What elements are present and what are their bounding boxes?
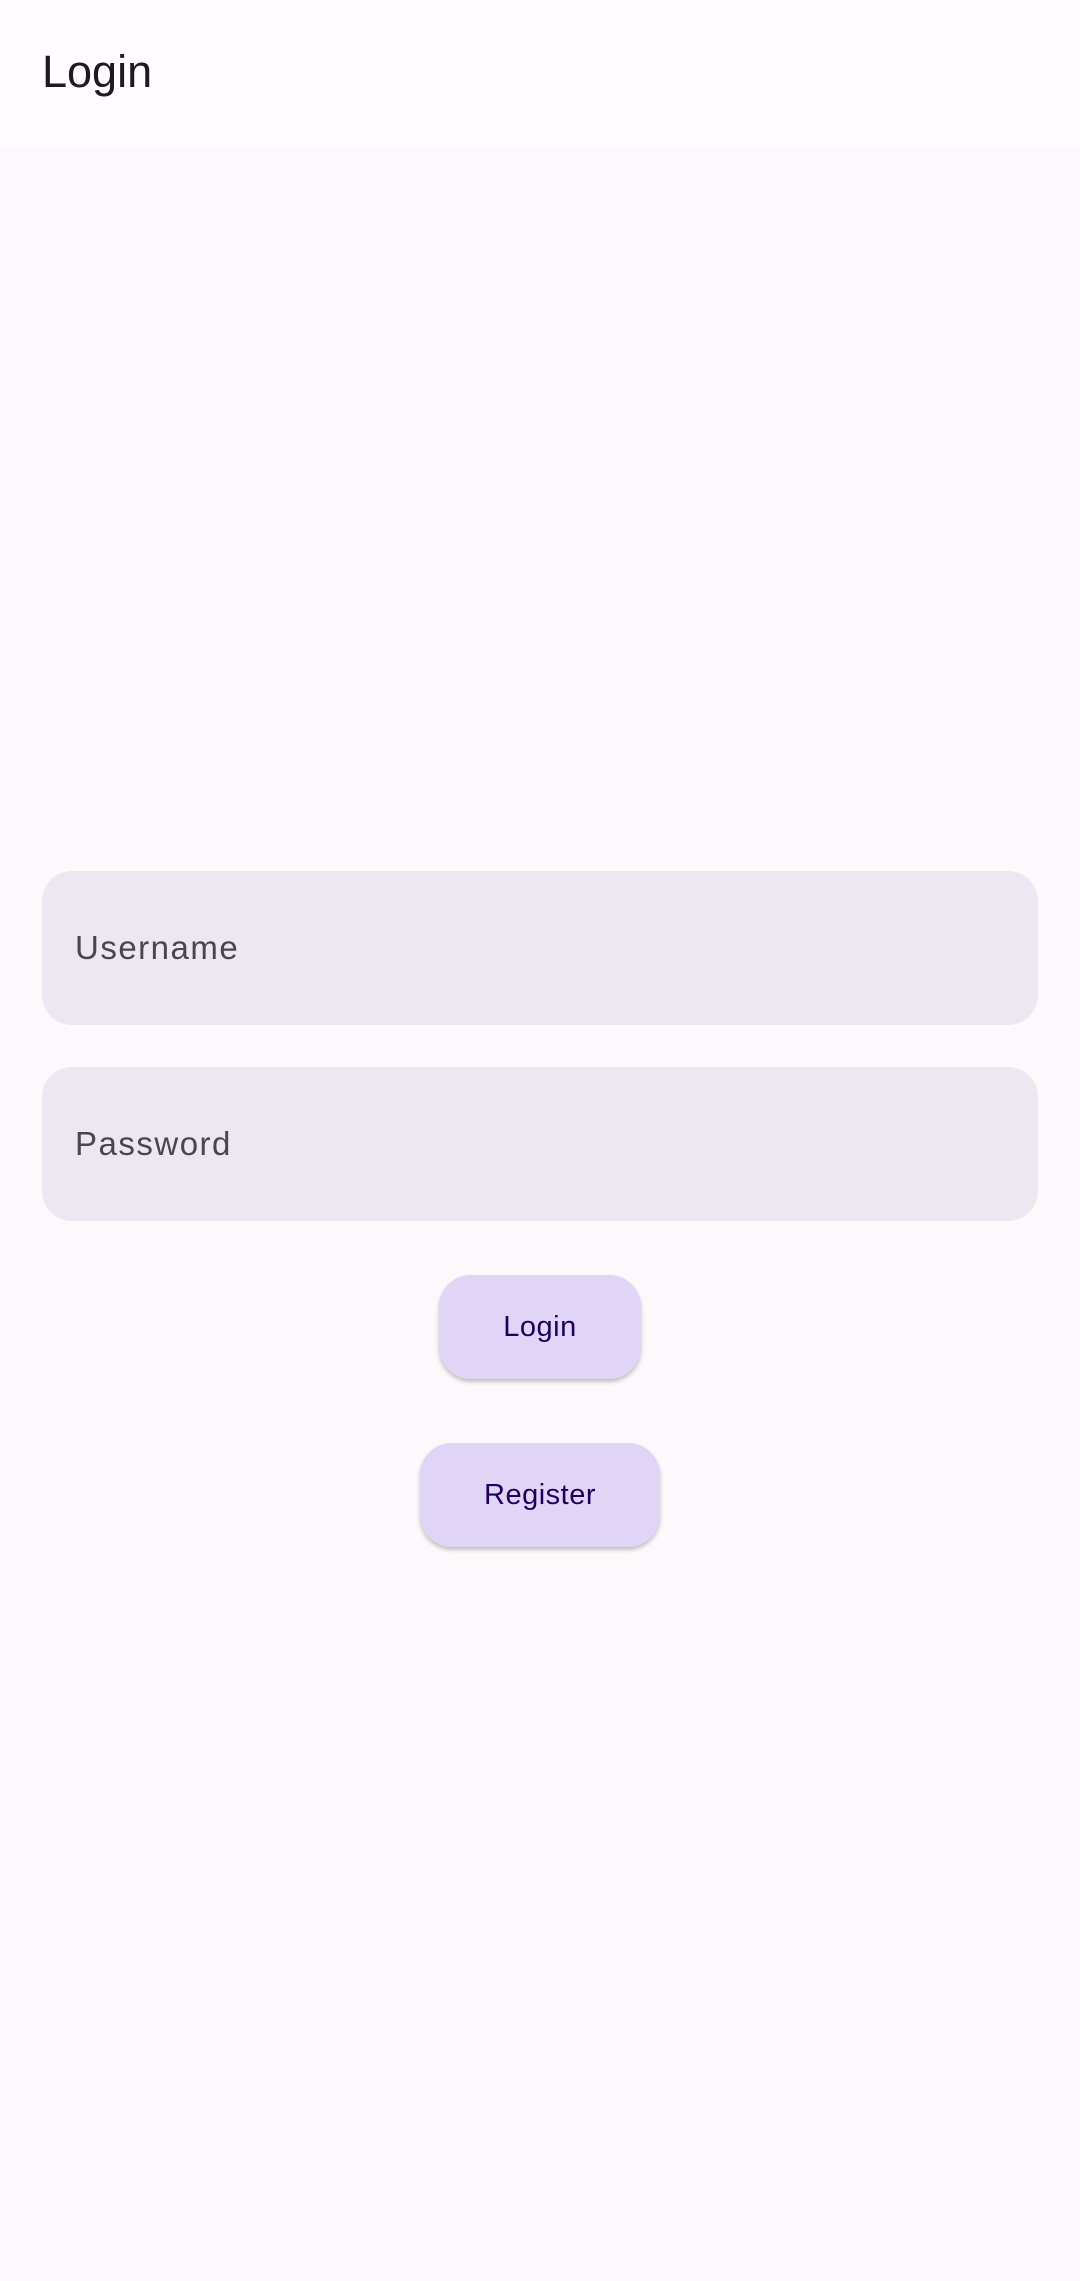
username-field[interactable]: [42, 871, 1038, 1025]
login-button[interactable]: Login: [439, 1275, 641, 1379]
page-title: Login: [42, 46, 153, 97]
app-bar: Login: [0, 0, 1080, 146]
username-input[interactable]: [42, 871, 1038, 1025]
register-button[interactable]: Register: [420, 1443, 660, 1547]
password-input[interactable]: [42, 1067, 1038, 1221]
password-field[interactable]: [42, 1067, 1038, 1221]
